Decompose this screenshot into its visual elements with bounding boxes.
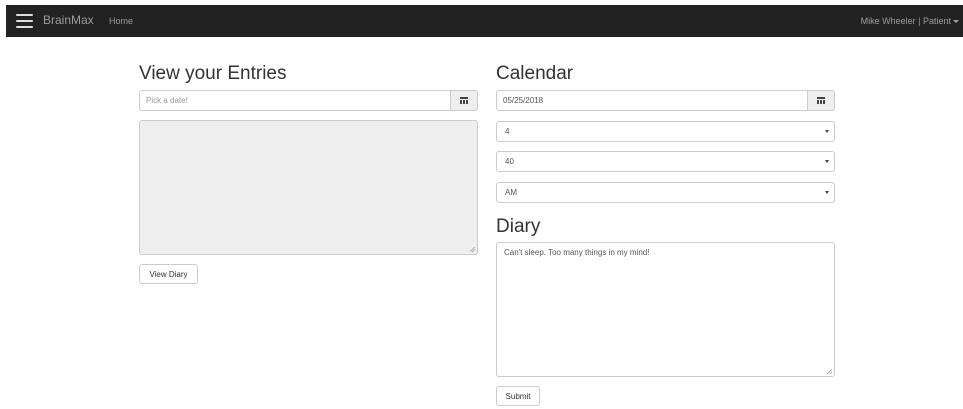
entries-date-input[interactable]	[139, 90, 451, 111]
entries-date-picker	[139, 90, 478, 111]
resize-handle[interactable]	[827, 369, 832, 374]
hour-select[interactable]: 4	[496, 121, 835, 142]
hamburger-menu-icon[interactable]	[16, 14, 33, 28]
diary-textarea[interactable]: Can't sleep. Too many things in my mind!	[496, 242, 835, 377]
entries-display-textarea[interactable]	[139, 120, 478, 255]
chevron-down-icon	[825, 130, 829, 133]
minute-select-value: 40	[505, 157, 514, 166]
hour-select-value: 4	[505, 127, 510, 136]
nav-home-link[interactable]: Home	[109, 16, 133, 26]
brand-logo[interactable]: BrainMax	[43, 13, 94, 27]
calendar-icon	[817, 97, 825, 104]
entries-calendar-button[interactable]	[451, 90, 478, 111]
calendar-icon	[460, 97, 468, 104]
ampm-select-value: AM	[505, 188, 517, 197]
calendar-date-input[interactable]	[496, 90, 808, 111]
caret-down-icon	[953, 20, 959, 23]
navbar: BrainMax Home Mike Wheeler | Patient	[6, 5, 963, 37]
user-menu-label: Mike Wheeler | Patient	[860, 16, 951, 26]
diary-title: Diary	[496, 216, 541, 237]
minute-select[interactable]: 40	[496, 151, 835, 172]
calendar-calendar-button[interactable]	[808, 90, 835, 111]
calendar-date-picker	[496, 90, 835, 111]
chevron-down-icon	[825, 160, 829, 163]
calendar-title: Calendar	[496, 63, 574, 84]
diary-text: Can't sleep. Too many things in my mind!	[504, 248, 650, 257]
chevron-down-icon	[825, 191, 829, 194]
ampm-select[interactable]: AM	[496, 182, 835, 203]
resize-handle[interactable]	[470, 247, 475, 252]
user-menu-dropdown[interactable]: Mike Wheeler | Patient	[861, 16, 959, 26]
submit-button[interactable]: Submit	[496, 386, 540, 406]
view-diary-button[interactable]: View Diary	[139, 264, 198, 284]
entries-title: View your Entries	[139, 63, 287, 84]
